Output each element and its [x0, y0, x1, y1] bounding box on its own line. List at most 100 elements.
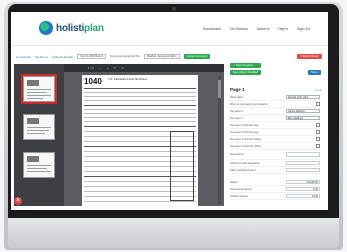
thumbnail-line — [27, 165, 51, 166]
field-payer-1-blind: Tax payer 1 blind this (alive) — [230, 136, 320, 143]
payer-1-blind-checkbox[interactable] — [316, 137, 320, 141]
field-label: Tax-exempt interest — [230, 187, 252, 191]
upload-document-button[interactable]: Upload Document — [183, 54, 211, 59]
field-label: Was not occupied by any together — [230, 102, 268, 106]
field-tax-payer-1: Tax payer 1 James Matthew — [230, 108, 320, 115]
field-label: Tax payer 1 — [230, 109, 243, 113]
field-filing-status: Filing status Married Filing Joint — [230, 94, 320, 101]
payer-2-age-checkbox[interactable] — [316, 130, 320, 134]
thumbnail-line — [27, 92, 47, 93]
main-nav: Households Tax Returns Admin ▾ Help ▾ Si… — [203, 27, 310, 31]
logo-text: holistiplan — [56, 23, 104, 34]
toolbar-link-tax-room[interactable]: Tax Room — [34, 55, 48, 59]
payer-1-age-checkbox[interactable] — [316, 123, 320, 127]
thumbnail-line — [27, 98, 43, 99]
amount-column — [170, 131, 194, 201]
child-credit-input[interactable] — [286, 160, 320, 166]
logo-text-b: plan — [84, 22, 104, 34]
wages-input[interactable]: 111,480.00 — [286, 179, 320, 185]
document-select[interactable]: Matthew James and Ellen — [143, 54, 180, 59]
thumbnail-image — [27, 118, 39, 124]
nav-households[interactable]: Households — [203, 27, 221, 31]
field-label: Tax payer 1 blind this age — [230, 123, 259, 127]
data-entry-panel: ✓ Flag Complete Save Return Modified Nex… — [226, 62, 328, 208]
nav-help[interactable]: Help ▾ — [278, 27, 288, 31]
form-line — [84, 96, 196, 97]
flag-complete-button[interactable]: ✓ Flag Complete — [230, 63, 261, 68]
other-credit-input[interactable] — [286, 167, 320, 173]
nav-sign-out[interactable]: Sign Out — [297, 27, 310, 31]
panel-page-number: 1 / 2 — [315, 88, 321, 92]
field-label: Dependents — [230, 153, 244, 156]
field-label: Other credit dependent — [230, 168, 256, 172]
form-line — [84, 109, 196, 110]
thumbnail-line — [27, 127, 51, 128]
form-rule — [84, 105, 196, 106]
field-payer-2-blind: Tax payer 2 blind this (alive) — [230, 143, 320, 150]
field-payer-2-age: Tax payer 2 blind this age — [230, 129, 320, 136]
filing-status-select[interactable]: Married Filing Joint — [286, 94, 320, 100]
delete-return-button[interactable]: ✕ Delete Return — [297, 54, 322, 59]
form-line — [84, 201, 196, 202]
viewer-scrollbar[interactable] — [218, 76, 221, 204]
dependents-input[interactable] — [286, 152, 320, 157]
thumbnail-line — [27, 171, 51, 172]
form-line — [84, 121, 196, 122]
next-page-button[interactable]: Next › — [308, 70, 321, 75]
thumbnail-image — [27, 80, 39, 86]
panel-actions: ✓ Flag Complete Save Return Modified — [230, 63, 261, 75]
occupied-together-checkbox[interactable] — [316, 102, 320, 106]
form-line — [84, 100, 196, 101]
thumbnail-line — [27, 130, 49, 131]
thumbnail-page-1[interactable] — [21, 74, 57, 104]
nav-tax-returns[interactable]: Tax Returns — [230, 27, 248, 31]
field-tax-payer-2: Tax payer 2 Ellen Matthew — [230, 115, 320, 122]
fit-page-icon[interactable]: ▭ — [121, 66, 124, 70]
year-select[interactable]: Year to 2019 Return — [77, 54, 107, 59]
thumbnail-line — [27, 133, 45, 134]
toolbar-link-household[interactable]: Household — [16, 55, 30, 59]
zoom-out-button[interactable]: — — [99, 66, 102, 70]
tax-payer-2-select[interactable]: Ellen Matthew — [286, 115, 320, 121]
thumbnail-page-2[interactable] — [23, 114, 55, 140]
form-rule — [84, 88, 196, 89]
tax-payer-1-select[interactable]: James Matthew — [286, 108, 320, 114]
field-label: Taxable interest — [230, 194, 248, 198]
logo-mark-icon — [39, 21, 53, 35]
taxable-interest-input[interactable]: 10.00 — [286, 193, 320, 199]
form-title: U.S. Individual Income Tax Return — [108, 78, 148, 81]
close-icon[interactable]: × — [14, 197, 22, 205]
field-payer-1-age: Tax payer 1 blind this age — [230, 122, 320, 129]
viewer-toolbar: 1 / 2 — + ⟳ ▭ — [64, 64, 224, 72]
app-screen: holistiplan Households Tax Returns Admin… — [11, 12, 328, 210]
field-label: Wages — [230, 180, 238, 184]
nav-admin[interactable]: Admin ▾ — [257, 27, 269, 31]
document-label: Document Household Tax — [110, 55, 140, 58]
form-line — [84, 113, 196, 114]
save-return-button[interactable]: Save Return Modified — [230, 70, 261, 75]
field-label: Tax payer 1 blind this (alive) — [230, 137, 261, 141]
toolbar-link-analysis[interactable]: Analysis Details — [52, 55, 73, 59]
thumbnail-page-3[interactable] — [23, 152, 55, 178]
field-label: Tax payer 2 blind this (alive) — [230, 144, 261, 148]
field-tax-exempt-interest: Tax-exempt interest 0.00 — [230, 186, 320, 193]
tax-exempt-interest-input[interactable]: 0.00 — [286, 186, 320, 192]
form-rule — [84, 126, 196, 127]
thumbnail-image — [27, 156, 39, 162]
field-wages: Wages 111,480.00 — [230, 179, 320, 186]
logo-text-a: holisti — [56, 22, 85, 34]
header: holistiplan Households Tax Returns Admin… — [11, 12, 328, 46]
rotate-icon[interactable]: ⟳ — [114, 66, 117, 70]
field-label: Child tax credit dependent — [230, 161, 260, 165]
payer-2-blind-checkbox[interactable] — [316, 144, 320, 148]
zoom-in-button[interactable]: + — [107, 66, 109, 70]
field-child-credit: Child tax credit dependent — [230, 160, 320, 167]
field-taxable-interest: Taxable interest 10.00 — [230, 193, 320, 200]
page-thumbnails: × — [14, 64, 64, 206]
return-toolbar: Household Tax Room Analysis Details Year… — [11, 52, 328, 61]
brand-logo[interactable]: holistiplan — [39, 21, 104, 35]
field-label: Tax payer 2 — [230, 116, 243, 120]
thumbnail-line — [27, 168, 47, 169]
field-occupied-together: Was not occupied by any together — [230, 101, 320, 108]
field-dependents: Dependents — [230, 150, 320, 160]
